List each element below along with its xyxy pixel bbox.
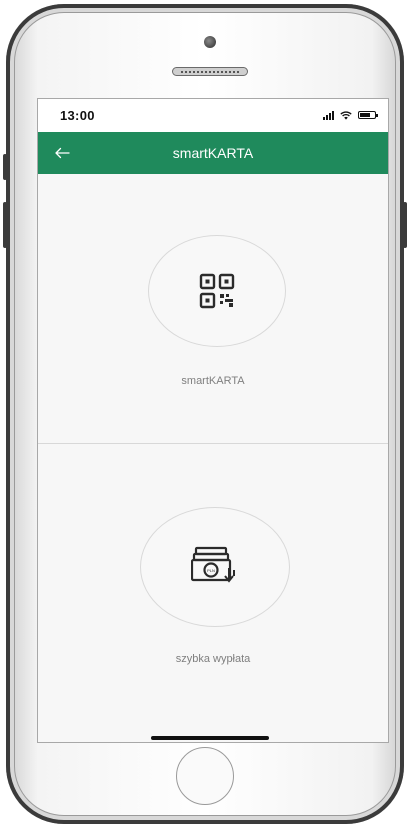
page-title: smartKARTA bbox=[172, 145, 254, 161]
divider bbox=[38, 443, 388, 444]
home-button[interactable] bbox=[176, 747, 234, 805]
qr-code-icon bbox=[199, 273, 235, 309]
signal-icon bbox=[323, 110, 334, 120]
option-quick-withdrawal[interactable]: PLN szybka wypłata bbox=[38, 507, 388, 667]
status-time: 13:00 bbox=[60, 108, 95, 123]
earpiece-speaker bbox=[172, 67, 248, 76]
battery-icon bbox=[358, 111, 378, 119]
cash-withdrawal-icon: PLN bbox=[191, 546, 235, 583]
home-indicator[interactable] bbox=[151, 736, 269, 740]
volume-button bbox=[3, 154, 7, 180]
volume-button bbox=[3, 202, 7, 248]
wifi-icon bbox=[340, 110, 352, 120]
option-label: szybka wypłata bbox=[175, 653, 251, 665]
phone-mockup: 13:00 smartKARTA smartKARTA PLN szybka w… bbox=[0, 0, 409, 830]
option-smartkarta[interactable]: smartKARTA bbox=[38, 235, 388, 395]
option-circle bbox=[148, 235, 286, 347]
status-bar: 13:00 bbox=[38, 99, 388, 132]
status-icons bbox=[323, 109, 378, 121]
front-camera bbox=[204, 36, 216, 48]
app-bar: smartKARTA bbox=[38, 132, 388, 174]
svg-text:PLN: PLN bbox=[207, 568, 215, 573]
phone-screen: 13:00 smartKARTA smartKARTA PLN szybka w… bbox=[37, 98, 389, 743]
option-label: smartKARTA bbox=[181, 375, 245, 387]
option-circle: PLN bbox=[140, 507, 290, 627]
power-button bbox=[403, 202, 407, 248]
